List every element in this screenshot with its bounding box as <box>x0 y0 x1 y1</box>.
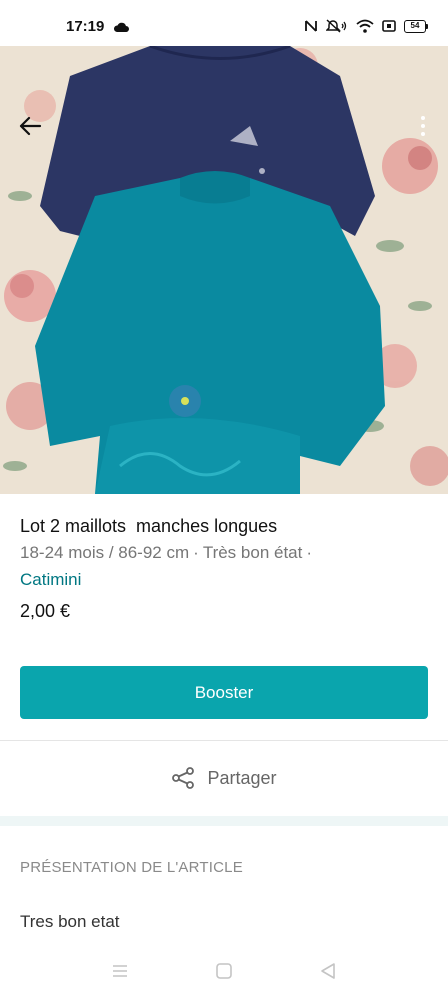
share-icon <box>172 767 195 789</box>
wifi-icon <box>356 19 374 33</box>
back-triangle-icon <box>321 962 335 979</box>
nfc-icon <box>305 20 317 32</box>
share-label: Partager <box>207 767 277 788</box>
mute-icon <box>326 19 347 33</box>
status-icons: 54 <box>304 17 428 35</box>
back-button[interactable] <box>16 112 44 140</box>
cloud-icon <box>113 22 129 32</box>
home-button[interactable] <box>212 959 236 983</box>
item-description: Tres bon etat <box>20 912 120 931</box>
more-options-button[interactable] <box>418 112 428 140</box>
arrow-left-icon <box>19 116 42 136</box>
status-bar: 17:19 54 <box>0 0 448 46</box>
meta-separator: · <box>306 543 313 562</box>
product-photo[interactable] <box>0 46 448 494</box>
battery-level: 54 <box>404 19 426 33</box>
item-size: 18-24 mois / 86-92 cm <box>20 543 190 562</box>
recent-apps-button[interactable] <box>108 959 132 983</box>
item-price: 2,00 € <box>20 601 71 621</box>
sim-icon <box>382 20 396 32</box>
menu-icon <box>113 964 127 977</box>
item-meta: 18-24 mois / 86-92 cm · Très bon état · <box>20 543 316 563</box>
navigation-bar <box>0 946 448 995</box>
more-vertical-icon <box>421 116 425 120</box>
item-condition: Très bon état <box>202 543 303 562</box>
system-back-button[interactable] <box>316 959 340 983</box>
section-heading: PRÉSENTATION DE L'ARTICLE <box>20 859 243 876</box>
section-separator <box>0 816 448 826</box>
meta-separator: · <box>193 543 199 562</box>
status-time: 17:19 <box>66 18 105 35</box>
item-title: Lot 2 maillots manches longues <box>20 516 278 536</box>
share-button[interactable]: Partager <box>0 741 448 815</box>
item-brand-link[interactable]: Catimini <box>20 570 81 590</box>
boost-button[interactable]: Booster <box>20 666 428 719</box>
product-image <box>0 46 448 494</box>
battery-icon: 54 <box>404 19 428 33</box>
home-square-icon <box>216 962 232 979</box>
